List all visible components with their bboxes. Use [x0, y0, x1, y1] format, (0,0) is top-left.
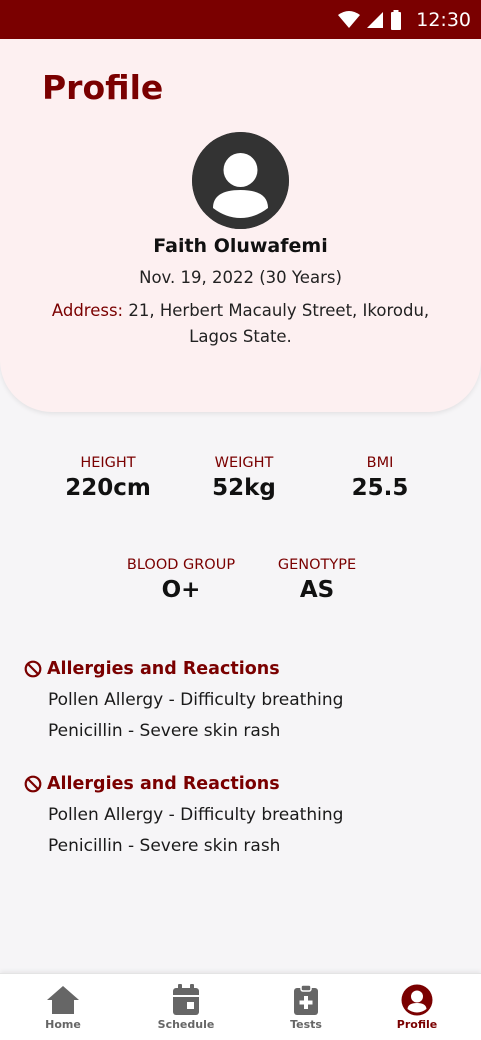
- clipboard-plus-icon: [294, 984, 318, 1015]
- home-icon: [47, 986, 79, 1014]
- status-time: 12:30: [416, 8, 471, 31]
- nav-item-schedule[interactable]: Schedule: [141, 984, 231, 1031]
- nav-label: Home: [45, 1018, 81, 1031]
- user-address: Address: 21, Herbert Macauly Street, Iko…: [40, 298, 441, 350]
- allergies-heading: Allergies and Reactions: [24, 659, 464, 679]
- nav-item-tests[interactable]: Tests: [261, 984, 351, 1031]
- allergy-item: Penicillin - Severe skin rash: [48, 836, 281, 856]
- page-title: Profile: [42, 68, 164, 107]
- nav-item-profile[interactable]: Profile: [372, 984, 462, 1031]
- allergy-item: Pollen Allergy - Difficulty breathing: [48, 690, 344, 710]
- stat-value: 220cm: [65, 475, 151, 501]
- prohibited-icon: [24, 660, 42, 678]
- calendar-icon: [173, 984, 199, 1015]
- stat-label: BMI: [366, 455, 394, 471]
- stat-weight: WEIGHT 52kg: [184, 455, 304, 501]
- nav-label: Tests: [290, 1018, 322, 1031]
- bottom-nav: Home Schedule Tests Profile: [0, 973, 481, 1040]
- stat-height: HEIGHT 220cm: [48, 455, 168, 501]
- allergies-section: Allergies and Reactions Pollen Allergy -…: [24, 659, 464, 741]
- allergies-title: Allergies and Reactions: [47, 659, 280, 679]
- address-label: Address:: [51, 301, 124, 320]
- allergies-section: Allergies and Reactions Pollen Allergy -…: [24, 774, 464, 856]
- stat-value: AS: [299, 577, 335, 603]
- wifi-icon: [338, 10, 361, 28]
- nav-label: Profile: [396, 1018, 438, 1031]
- avatar[interactable]: [192, 132, 289, 229]
- allergy-item: Penicillin - Severe skin rash: [48, 721, 281, 741]
- user-dob: Nov. 19, 2022 (30 Years): [139, 268, 342, 287]
- stat-label: BLOOD GROUP: [126, 557, 236, 573]
- address-value: 21, Herbert Macauly Street, Ikorodu, Lag…: [123, 301, 430, 346]
- allergies-title: Allergies and Reactions: [47, 774, 280, 794]
- stat-value: 25.5: [351, 475, 409, 501]
- user-avatar-icon: [192, 132, 289, 229]
- allergies-heading: Allergies and Reactions: [24, 774, 464, 794]
- prohibited-icon: [24, 775, 42, 793]
- cellular-signal-icon: [367, 11, 384, 28]
- stat-value: O+: [161, 577, 201, 603]
- user-circle-icon: [401, 984, 433, 1016]
- stat-label: GENOTYPE: [277, 557, 357, 573]
- stat-genotype: GENOTYPE AS: [262, 557, 372, 603]
- nav-item-home[interactable]: Home: [18, 984, 108, 1031]
- status-bar: 12:30: [0, 0, 481, 39]
- nav-label: Schedule: [157, 1018, 215, 1031]
- user-name: Faith Oluwafemi: [153, 235, 328, 257]
- stat-bmi: BMI 25.5: [320, 455, 440, 501]
- battery-icon: [391, 9, 402, 30]
- stat-value: 52kg: [212, 475, 276, 501]
- stat-label: WEIGHT: [214, 455, 274, 471]
- stat-blood-group: BLOOD GROUP O+: [111, 557, 251, 603]
- allergy-item: Pollen Allergy - Difficulty breathing: [48, 805, 344, 825]
- stat-label: HEIGHT: [80, 455, 136, 471]
